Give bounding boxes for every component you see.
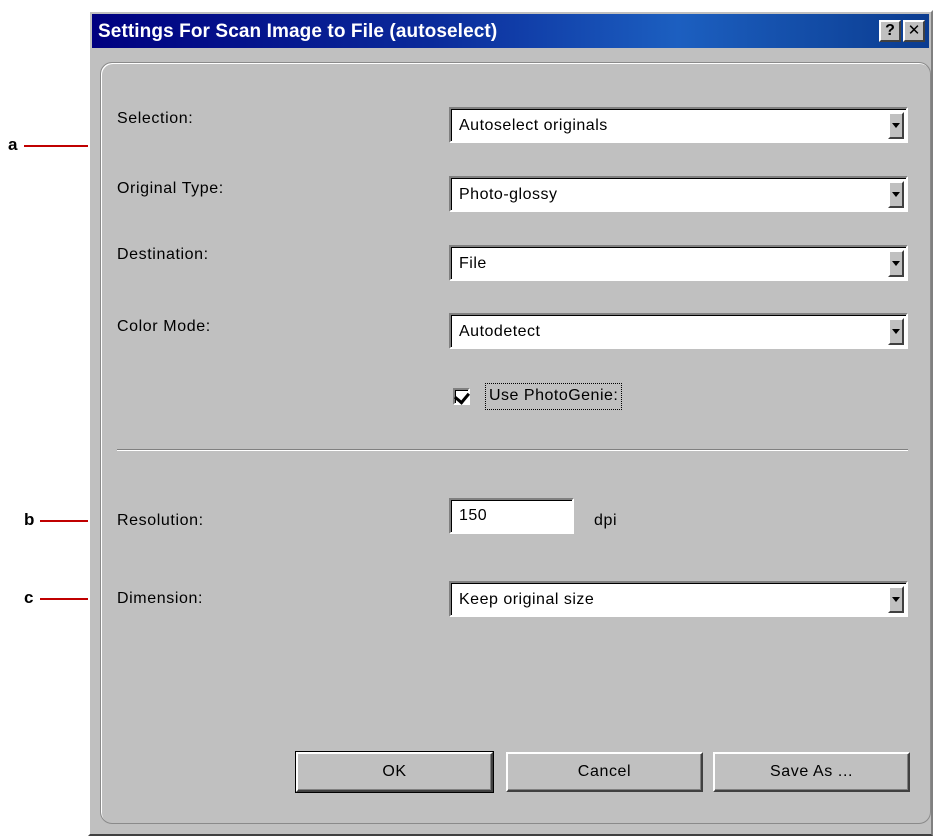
selection-dropdown[interactable]: Autoselect originals (449, 107, 908, 143)
title-bar[interactable]: Settings For Scan Image to File (autosel… (92, 14, 929, 48)
destination-value: File (459, 255, 487, 272)
resolution-value: 150 (459, 507, 488, 524)
chevron-down-icon[interactable] (888, 250, 904, 277)
color-mode-value: Autodetect (459, 323, 541, 340)
destination-dropdown[interactable]: File (449, 245, 908, 281)
callout-a-letter: a (8, 135, 18, 154)
color-mode-label: Color Mode: (117, 318, 211, 335)
section-divider (117, 449, 908, 451)
color-mode-dropdown[interactable]: Autodetect (449, 313, 908, 349)
selection-label: Selection: (117, 110, 194, 127)
original-type-value: Photo-glossy (459, 186, 558, 203)
dimension-value: Keep original size (459, 591, 595, 608)
chevron-down-icon[interactable] (888, 112, 904, 139)
original-type-dropdown[interactable]: Photo-glossy (449, 176, 908, 212)
dimension-dropdown[interactable]: Keep original size (449, 581, 908, 617)
photogenie-label[interactable]: Use PhotoGenie: (485, 383, 623, 410)
resolution-unit: dpi (594, 512, 618, 529)
resolution-input[interactable]: 150 (449, 498, 574, 534)
help-button[interactable]: ? (879, 20, 901, 42)
close-button[interactable]: ✕ (903, 20, 925, 42)
callout-c-letter: c (24, 588, 34, 607)
photogenie-checkbox[interactable] (453, 388, 471, 405)
callout-b-letter: b (24, 510, 35, 529)
resolution-label: Resolution: (117, 512, 204, 529)
destination-label: Destination: (117, 246, 209, 263)
chevron-down-icon[interactable] (888, 181, 904, 208)
cancel-button[interactable]: Cancel (506, 752, 703, 792)
save-as-button[interactable]: Save As ... (713, 752, 910, 792)
checkmark-icon (453, 388, 471, 405)
dimension-label: Dimension: (117, 590, 204, 607)
selection-value: Autoselect originals (459, 117, 608, 134)
chevron-down-icon[interactable] (888, 318, 904, 345)
ok-button[interactable]: OK (295, 751, 494, 793)
original-type-label: Original Type: (117, 180, 224, 197)
window-title: Settings For Scan Image to File (autosel… (98, 21, 498, 42)
chevron-down-icon[interactable] (888, 586, 904, 613)
